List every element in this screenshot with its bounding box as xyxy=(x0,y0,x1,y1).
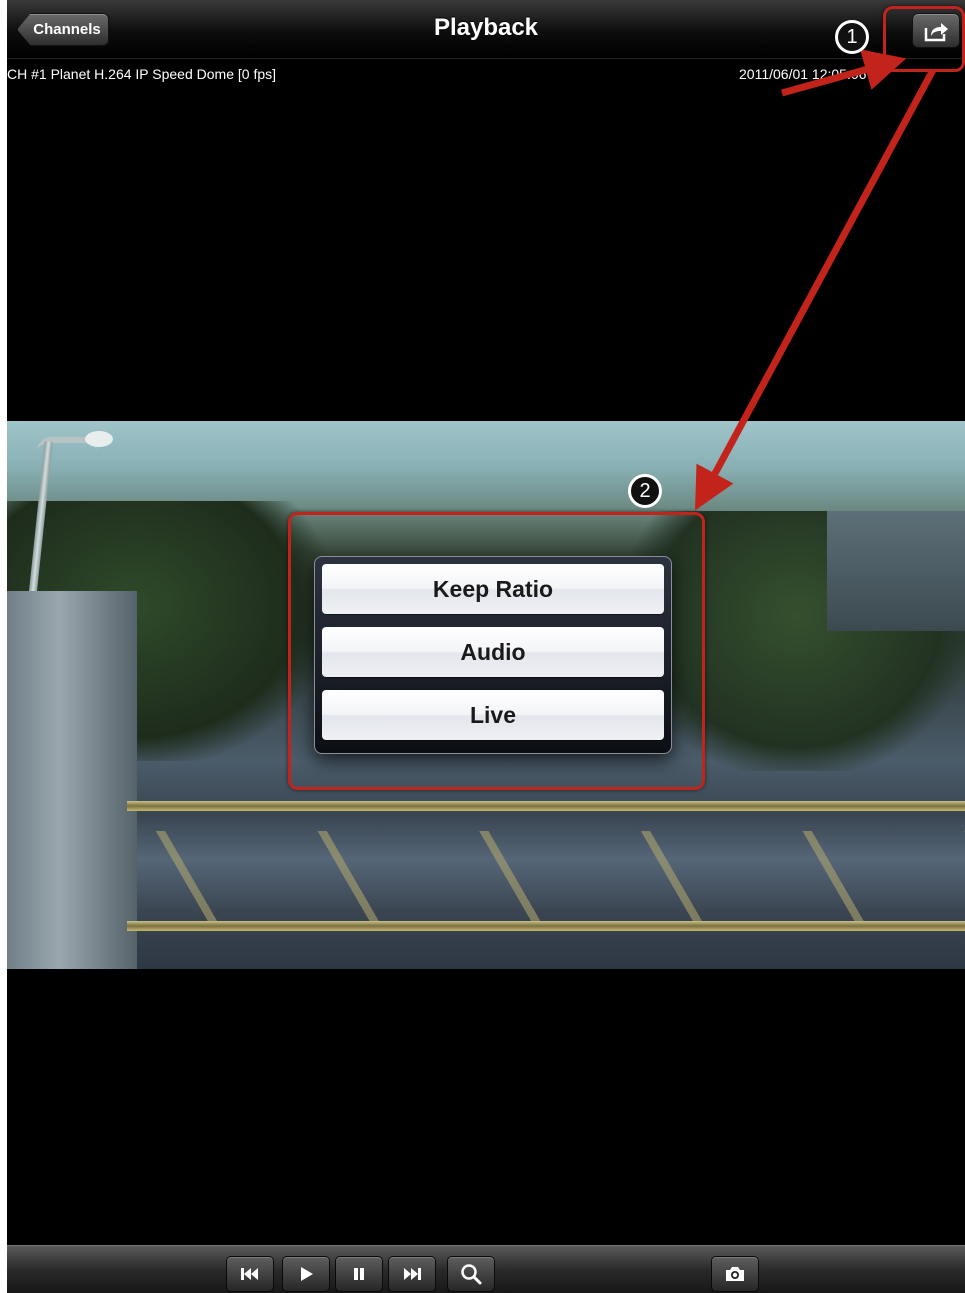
arrow-to-popover xyxy=(695,68,937,511)
step-badge-1: 1 xyxy=(835,20,869,54)
step-badge-2: 2 xyxy=(628,474,662,508)
annotation-arrows xyxy=(695,49,937,511)
arrow-to-share xyxy=(781,49,907,97)
